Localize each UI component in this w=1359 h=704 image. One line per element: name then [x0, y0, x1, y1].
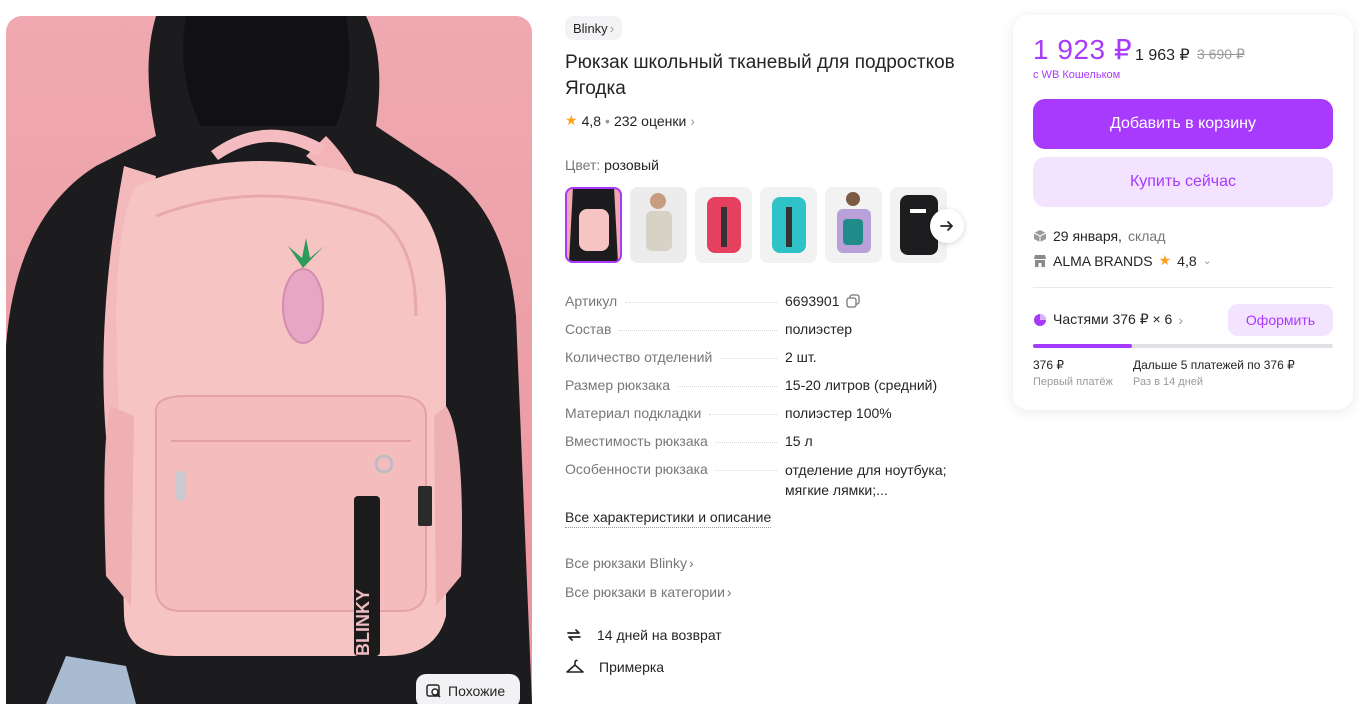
first-payment: 376 ₽ Первый платёж: [1033, 358, 1113, 388]
color-thumb[interactable]: [565, 187, 622, 263]
box-icon: [1033, 230, 1047, 242]
color-thumb[interactable]: [630, 187, 687, 263]
chevron-right-icon: ›: [688, 555, 694, 571]
installments-progress: [1033, 344, 1333, 348]
next-payments-label: Раз в 14 дней: [1133, 376, 1204, 388]
first-payment-label: Первый платёж: [1033, 376, 1113, 388]
returns-icon: [567, 629, 581, 641]
color-value: розовый: [604, 157, 659, 173]
spec-row: Состав полиэстер: [565, 320, 985, 348]
color-thumb[interactable]: [760, 187, 817, 263]
dot-separator: •: [605, 112, 610, 129]
color-caption: Цвет:: [565, 157, 601, 173]
delivery-place: склад: [1127, 228, 1166, 244]
chevron-right-icon: ›: [690, 112, 695, 129]
thumbs-next-button[interactable]: [930, 209, 964, 243]
spec-row: Особенности рюкзака отделение для ноутбу…: [565, 460, 985, 508]
spec-key: Количество отделений: [565, 349, 713, 365]
spec-value: полиэстер 100%: [785, 405, 892, 421]
chevron-right-icon: ›: [1178, 311, 1184, 328]
buy-card: 1 923 ₽ 1 963 ₽ 3 690 ₽ с WB Кошельком Д…: [1013, 15, 1353, 410]
fitting-label: Примерка: [599, 659, 665, 675]
seller-rating: 4,8: [1177, 252, 1197, 269]
all-brand-label: Все рюкзаки Blinky: [565, 555, 687, 571]
add-to-cart-button[interactable]: Добавить в корзину: [1033, 99, 1333, 149]
brand-link[interactable]: Blinky ›: [565, 16, 623, 40]
all-category-link[interactable]: Все рюкзаки в категории ›: [565, 584, 732, 600]
spec-value: 2 шт.: [785, 349, 817, 365]
installments-label: Частями 376 ₽ × 6: [1053, 311, 1173, 327]
spec-row: Вместимость рюкзака 15 л: [565, 432, 985, 460]
reviews-count: 232 оценки: [613, 112, 687, 129]
spec-value: полиэстер: [785, 321, 853, 337]
seller-info[interactable]: ALMA BRANDS ★ 4,8 ⌄: [1033, 252, 1212, 269]
brand-name: Blinky: [573, 20, 608, 36]
delivery-date: 29 января,: [1053, 228, 1122, 244]
returns-label: 14 дней на возврат: [597, 627, 722, 643]
color-thumb[interactable]: [825, 187, 882, 263]
next-payments-text: Дальше 5 платежей по 376 ₽: [1133, 358, 1295, 372]
chevron-right-icon: ›: [609, 20, 615, 36]
apply-installments-button[interactable]: Оформить: [1228, 304, 1333, 336]
pie-icon: [1034, 313, 1046, 326]
next-payments: Дальше 5 платежей по 376 ₽ Раз в 14 дней: [1133, 358, 1295, 388]
spec-value: 6693901: [785, 293, 840, 309]
product-main-image[interactable]: BLINKY Похожие: [6, 16, 532, 704]
all-category-label: Все рюкзаки в категории: [565, 584, 725, 600]
spec-row: Количество отделений 2 шт.: [565, 348, 985, 376]
delivery-info: 29 января, склад: [1033, 228, 1165, 244]
similar-button[interactable]: Похожие: [416, 674, 520, 704]
returns-feature: 14 дней на возврат: [565, 626, 722, 644]
arrow-right-icon: [940, 221, 953, 231]
spec-key: Особенности рюкзака: [565, 461, 708, 477]
strap-text: BLINKY: [353, 589, 373, 656]
buy-now-button[interactable]: Купить сейчас: [1033, 157, 1333, 207]
spec-key: Вместимость рюкзака: [565, 433, 708, 449]
spec-row: Материал подкладки полиэстер 100%: [565, 404, 985, 432]
spec-row: Артикул 6693901: [565, 292, 985, 320]
color-thumbnails: [565, 187, 947, 263]
installments-progress-fill: [1033, 344, 1132, 348]
rating-row[interactable]: ★ 4,8 • 232 оценки ›: [565, 112, 695, 129]
similar-search-icon: [426, 684, 441, 698]
spec-key: Состав: [565, 321, 612, 337]
price-old: 3 690 ₽: [1197, 46, 1245, 62]
price-regular: 1 963 ₽: [1135, 47, 1190, 64]
chevron-down-icon: ⌄: [1202, 255, 1212, 267]
fitting-feature: Примерка: [565, 658, 664, 676]
star-icon: ★: [565, 112, 578, 128]
first-amount: 376 ₽: [1033, 358, 1064, 372]
star-icon: ★: [1158, 252, 1172, 268]
spec-value: 15-20 литров (средний): [785, 377, 938, 393]
all-brand-link[interactable]: Все рюкзаки Blinky ›: [565, 555, 694, 571]
shop-icon: [1034, 254, 1046, 267]
divider: [1033, 287, 1333, 288]
spec-table: Артикул 6693901 Состав полиэстер Количес…: [565, 292, 985, 508]
spec-key: Размер рюкзака: [565, 377, 670, 393]
spec-key: Артикул: [565, 293, 618, 309]
installments-link[interactable]: Частями 376 ₽ × 6 ›: [1033, 311, 1183, 328]
backpack-photo: BLINKY: [6, 16, 532, 704]
all-specs-link[interactable]: Все характеристики и описание: [565, 509, 772, 528]
color-thumb[interactable]: [695, 187, 752, 263]
wallet-note[interactable]: с WB Кошельком: [1033, 69, 1120, 81]
spec-key: Материал подкладки: [565, 405, 702, 421]
copy-icon[interactable]: [845, 294, 860, 308]
spec-row: Размер рюкзака 15-20 литров (средний): [565, 376, 985, 404]
spec-value: 15 л: [785, 433, 813, 449]
price-wallet: 1 923 ₽: [1033, 34, 1133, 65]
spec-value: отделение для ноутбука; мягкие лямки;...: [785, 462, 947, 498]
similar-label: Похожие: [448, 683, 506, 699]
seller-name: ALMA BRANDS: [1053, 252, 1153, 269]
color-label: Цвет: розовый: [565, 157, 659, 173]
chevron-right-icon: ›: [726, 584, 732, 600]
hanger-icon: [566, 659, 584, 673]
product-title: Рюкзак школьный тканевый для подростков …: [565, 52, 955, 99]
rating-value: 4,8: [581, 112, 602, 129]
